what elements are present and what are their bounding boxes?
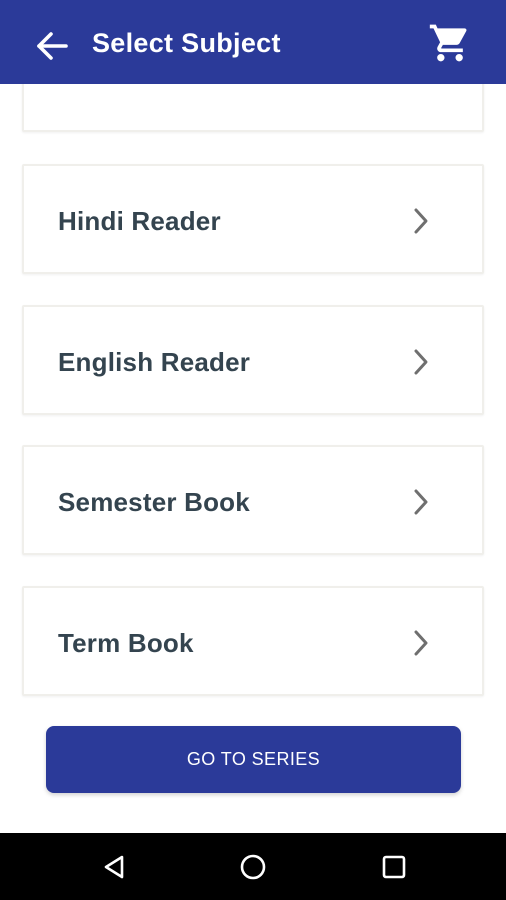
subject-label: Semester Book	[58, 487, 250, 517]
page-title: Select Subject	[92, 28, 281, 58]
subject-card-hindi-reader[interactable]: Hindi Reader	[22, 164, 484, 274]
nav-back-icon	[104, 855, 124, 879]
nav-recents-button[interactable]	[377, 850, 411, 884]
nav-back-button[interactable]	[97, 850, 131, 884]
chevron-right-icon	[406, 628, 436, 658]
cart-button[interactable]	[424, 18, 476, 68]
chevron-right-icon	[406, 487, 436, 517]
subject-label: English Reader	[58, 347, 251, 377]
app-bar: Select Subject	[0, 0, 506, 84]
nav-home-button[interactable]	[236, 850, 270, 884]
subject-label: Hindi Reader	[58, 206, 221, 236]
list-item[interactable]	[22, 84, 484, 132]
back-button[interactable]	[32, 26, 72, 66]
chevron-right-icon	[406, 206, 436, 236]
nav-home-icon	[240, 854, 266, 880]
subject-label: Term Book	[58, 628, 194, 658]
go-to-series-button[interactable]: GO TO SERIES	[46, 726, 461, 793]
shopping-cart-icon	[429, 24, 467, 62]
subject-card-term-book[interactable]: Term Book	[22, 586, 484, 696]
chevron-right-icon	[406, 347, 436, 377]
nav-recents-icon	[382, 855, 406, 879]
arrow-back-icon	[37, 32, 68, 60]
system-nav-bar	[0, 833, 506, 900]
subject-list[interactable]: Hindi Reader English Reader Semester Boo…	[0, 84, 506, 833]
subject-card-semester-book[interactable]: Semester Book	[22, 445, 484, 555]
subject-card-english-reader[interactable]: English Reader	[22, 305, 484, 415]
